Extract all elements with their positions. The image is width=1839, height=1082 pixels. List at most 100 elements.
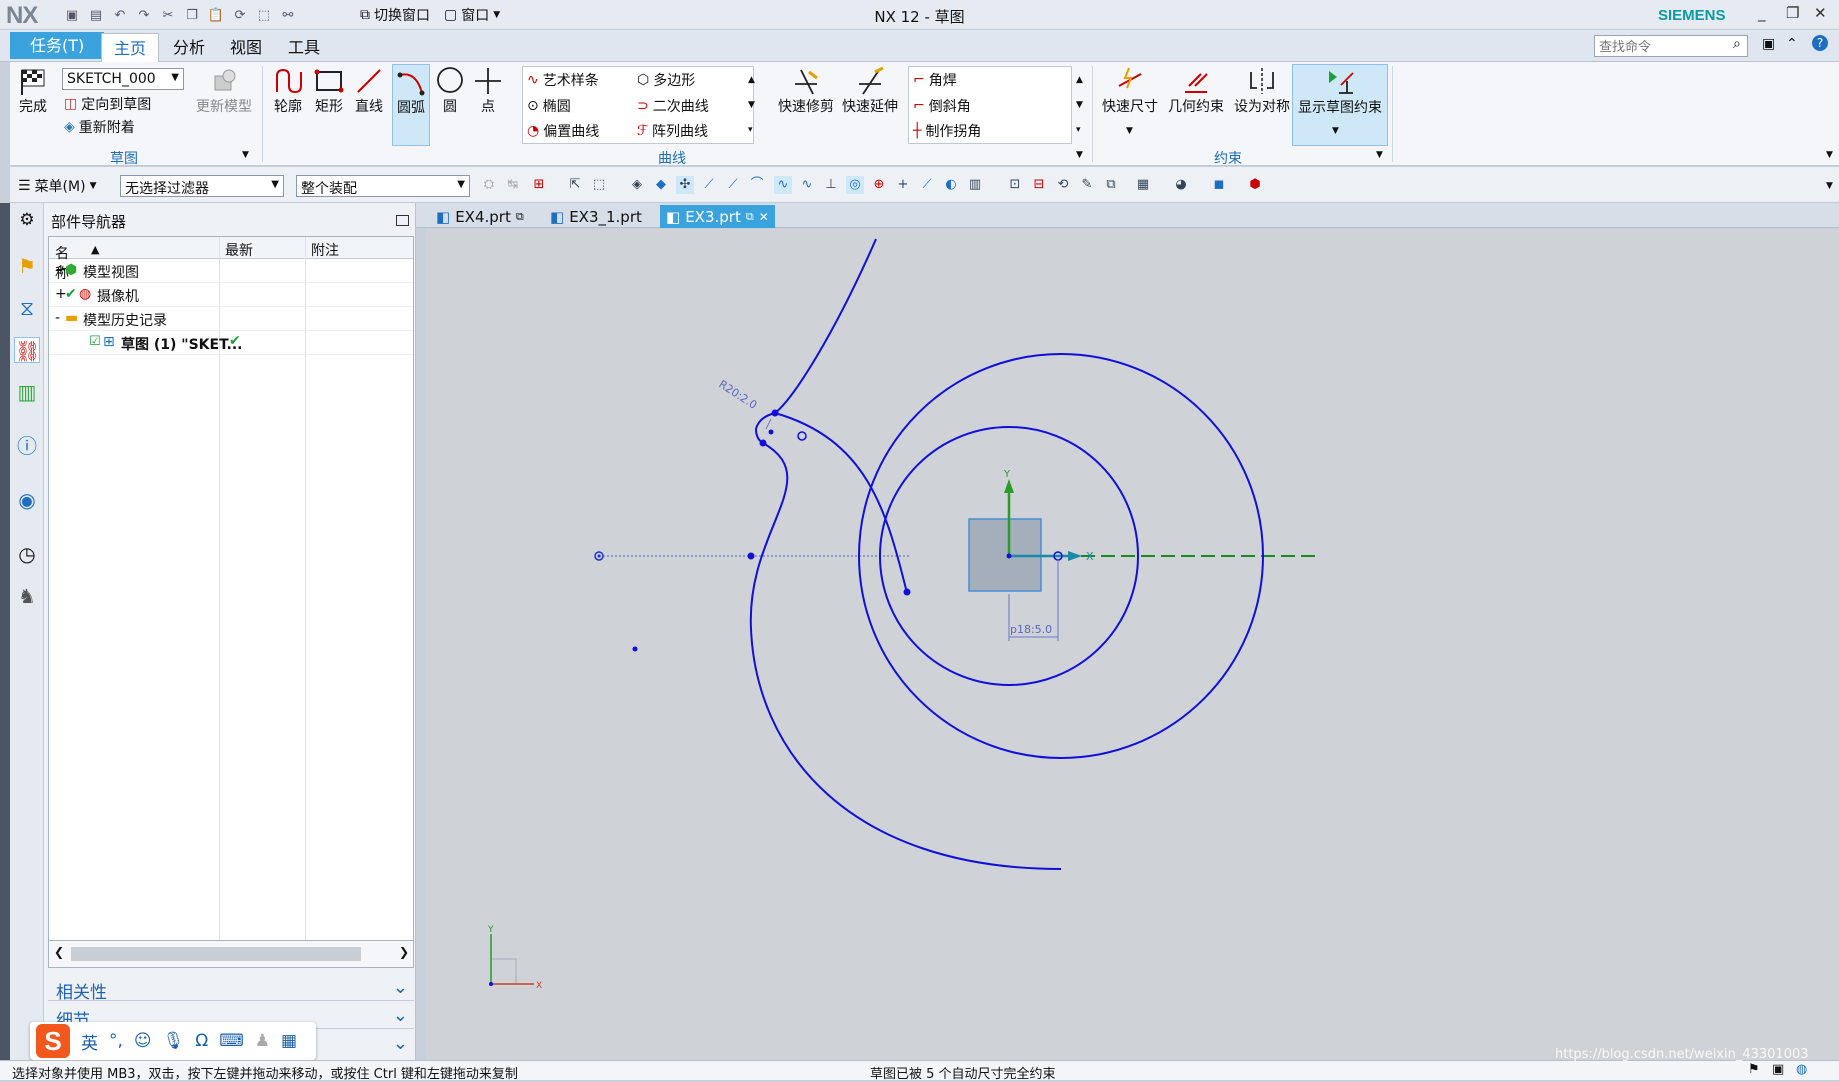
maximize-icon[interactable] [396,215,409,226]
zoom-icon[interactable]: ⊟ [1030,176,1048,194]
selection-scope-select[interactable]: 整个装配 [296,175,470,197]
ribbon-options-icon[interactable]: ▣ [1762,36,1775,52]
render-style-icon[interactable]: ✎ [1078,176,1096,194]
snap-center-icon[interactable]: ◎ [846,176,864,194]
part-navigator-icon[interactable]: ⛓ [14,337,40,363]
sketch-canvas[interactable]: R20:2.0 Y X p18:5.0 Y X [426,229,1839,1060]
snap-on-curve-icon[interactable]: ⟋ [918,176,936,194]
dependencies-panel-header[interactable]: 相关性 ⌄ [48,975,414,1003]
sogou-logo[interactable]: S [36,1024,70,1058]
tab-home[interactable]: 主页 [101,33,160,62]
chevron-down-icon[interactable]: ▼ [1332,126,1339,136]
sketch-name-select[interactable]: SKETCH_000 [62,68,184,90]
studio-spline-button[interactable]: ∿ 艺术样条 [527,70,599,90]
quick-trim-button[interactable]: 快速修剪 [774,66,838,116]
point-button[interactable]: 点 [470,66,506,116]
keyboard-icon[interactable]: ⌨ [219,1031,244,1051]
toolbox-icon[interactable]: ▦ [281,1031,297,1051]
shading-icon[interactable]: ◕ [1172,176,1190,194]
fillet-button[interactable]: ⌐ 角焊 [913,70,957,90]
snap-quadrant-icon[interactable]: ⊕ [870,176,888,194]
work-layer-icon[interactable]: ⬢ [1246,176,1264,194]
polygon-button[interactable]: ⬡ 多边形 [637,70,695,90]
tab-analysis[interactable]: 分析 [161,33,217,62]
snap-bounded-icon[interactable]: ▥ [966,176,984,194]
geometric-constraint-button[interactable]: 几何约束 [1164,66,1228,116]
close-tab-icon[interactable]: ✕ [759,210,769,224]
microphone-icon[interactable]: 🎙 [163,1031,185,1051]
chevron-down-icon[interactable]: ▼ [1076,150,1083,160]
view-cube-icon[interactable]: ◼ [1210,176,1228,194]
tangent-point[interactable] [797,431,807,441]
arc-button[interactable]: 圆弧 [392,64,430,146]
finish-sketch-button[interactable]: 完成 [16,66,50,116]
profile-button[interactable]: 轮廓 [268,66,308,116]
tree-row-cameras[interactable]: + ✔ ◍ 摄像机 [49,283,413,307]
curve-gallery-scroll[interactable]: ▲ ▼ ▾ [748,68,755,143]
select-curve-icon[interactable]: ⟋ [724,176,742,194]
tab-view[interactable]: 视图 [218,33,274,62]
snap-point-icon[interactable]: ✣ [676,176,694,194]
tab-tools[interactable]: 工具 [276,33,332,62]
ribbon-more-icon[interactable]: ▼ [1826,150,1833,160]
tangent-arc-upper[interactable] [774,238,877,414]
layer-icon[interactable]: ▦ [1134,176,1152,194]
tangent-point[interactable] [903,588,911,596]
globe-icon[interactable]: ◍ [1796,1062,1807,1077]
emoji-icon[interactable]: ☺ [134,1031,152,1051]
collapse-ribbon-icon[interactable]: ⌃ [1786,36,1798,52]
add-selection-icon[interactable]: ⊞ [530,176,548,194]
assembly-navigator-icon[interactable]: ⚑ [14,253,40,279]
column-header-latest[interactable]: 最新 [225,240,253,260]
toolbar-more-icon[interactable]: ▼ [1826,181,1833,191]
menu-button[interactable]: ☰ 菜单(M) ▼ [18,176,97,196]
scroll-thumb[interactable] [71,947,361,961]
snap-mid-icon[interactable]: ∿ [798,176,816,194]
circle-button[interactable]: 圆 [432,66,468,116]
graphics-viewport[interactable]: R20:2.0 Y X p18:5.0 Y X [426,229,1839,1060]
history-clock-icon[interactable]: ◷ [14,541,40,567]
horizontal-scrollbar[interactable]: ❮ ❯ [48,940,414,968]
tree-row-sketch[interactable]: ☑ ⊞ 草图 (1) "SKET... ✔ [49,331,413,355]
snap-end-icon[interactable]: ∿ [774,176,792,194]
restore-button[interactable]: ❐ [1786,4,1799,22]
tab-task[interactable]: 任务(T) [10,32,105,59]
symbol-icon[interactable]: Ω [195,1031,208,1051]
column-header-notes[interactable]: 附注 [311,240,339,260]
search-icon[interactable]: ⌕ [1733,36,1741,52]
box-select-icon[interactable]: ⬚ [590,176,608,194]
rapid-dimension-button[interactable]: 快速尺寸 [1098,66,1162,116]
chevron-down-icon[interactable]: ▼ [242,150,249,160]
roles-icon[interactable]: ♞ [14,583,40,609]
reattach-button[interactable]: ◈ 重新附着 [64,117,135,137]
chevron-down-icon[interactable]: ▼ [1376,150,1383,160]
snap-control-icon[interactable]: ⊥ [822,176,840,194]
orient-to-sketch-button[interactable]: ◫ 定向到草图 [64,94,151,114]
pattern-curve-button[interactable]: ℱ 阵列曲线 [637,121,708,141]
help-icon[interactable]: ? [1812,35,1828,51]
deselect-icon[interactable]: ⇱ [566,176,584,194]
update-model-button[interactable]: 更新模型 [192,66,256,116]
rotate-view-icon[interactable]: ⟲ [1054,176,1072,194]
scroll-left-icon[interactable]: ❮ [54,945,64,959]
info-icon[interactable]: ⓘ [14,433,40,459]
ellipse-button[interactable]: ⊙ 椭圆 [527,96,571,116]
tree-row-model-views[interactable]: + ⬢ 模型视图 [49,259,413,283]
user-icon[interactable]: ♟ [255,1031,270,1051]
doc-tab-ex3[interactable]: ◧ EX3.prt ⧉ ✕ [660,205,775,228]
conic-button[interactable]: ⊃ 二次曲线 [637,96,709,116]
punctuation-icon[interactable]: °, [109,1031,123,1051]
quick-extend-button[interactable]: 快速延伸 [838,66,902,116]
fillet-arc-r2[interactable] [754,412,776,444]
select-feature-icon[interactable]: ◆ [652,176,670,194]
make-symmetric-button[interactable]: 设为对称 [1230,66,1294,116]
make-corner-button[interactable]: ┼ 制作拐角 [913,121,981,141]
chevron-down-icon[interactable]: ▼ [1126,126,1133,136]
ime-language-toggle[interactable]: 英 [81,1029,98,1054]
reuse-library-icon[interactable]: ▥ [14,379,40,405]
select-arc-icon[interactable]: ⌒ [748,176,766,194]
arc-endpoint[interactable] [759,439,767,447]
offset-curve-button[interactable]: ◔ 偏置曲线 [527,121,599,141]
tangent-arc-inner[interactable] [774,412,907,590]
scroll-right-icon[interactable]: ❯ [399,945,409,959]
